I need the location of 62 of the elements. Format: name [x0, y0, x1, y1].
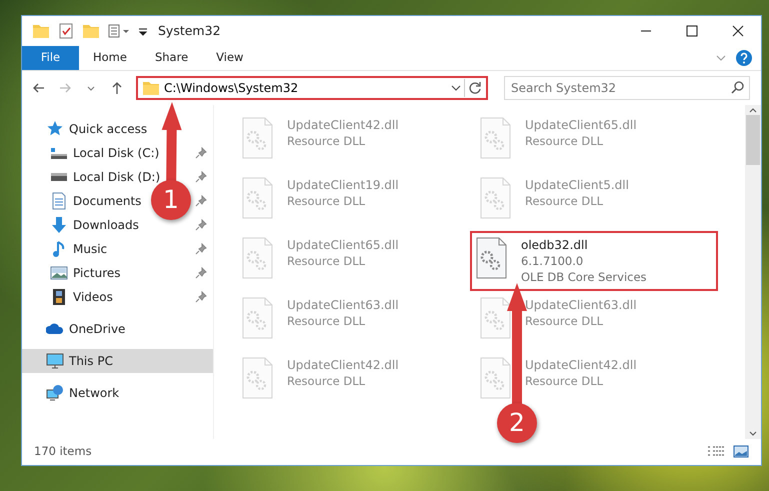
file-detail: OLE DB Core Services — [521, 269, 647, 285]
sidebar-item[interactable]: This PC — [46, 352, 113, 370]
sidebar-item[interactable]: Music — [50, 240, 108, 258]
file-name: UpdateClient5.dll — [525, 177, 629, 193]
file-name: UpdateClient42.dll — [287, 357, 399, 373]
dll-file-icon[interactable] — [476, 237, 507, 279]
item-count: 170 items — [34, 443, 92, 460]
sidebar-item[interactable]: Downloads — [50, 216, 139, 234]
checklist-icon[interactable] — [58, 22, 74, 40]
file-detail: Resource DLL — [525, 373, 604, 389]
file-name: UpdateClient65.dll — [287, 237, 399, 253]
file-tile[interactable]: oledb32.dll 6.1.7100.0 OLE DB Core Services — [470, 231, 718, 291]
pin-icon[interactable] — [195, 291, 207, 303]
address-bar[interactable]: C:\Windows\System32 — [136, 76, 488, 100]
ribbon-tab[interactable]: Home — [79, 46, 141, 70]
properties-icon[interactable] — [108, 22, 130, 40]
file-detail: Resource DLL — [525, 193, 604, 209]
network-icon — [46, 384, 64, 402]
sidebar-item[interactable]: Videos — [50, 288, 113, 306]
sidebar-item[interactable]: Pictures — [50, 264, 121, 282]
star-icon — [46, 120, 64, 138]
scroll-thumb[interactable] — [746, 115, 760, 165]
search-box[interactable]: Search System32 — [504, 76, 750, 100]
monitor-icon — [46, 352, 64, 370]
sidebar-item[interactable]: Network — [46, 384, 120, 402]
file-detail: Resource DLL — [525, 133, 604, 149]
pin-icon[interactable] — [195, 195, 207, 207]
file-detail: Resource DLL — [525, 313, 604, 329]
pin-icon[interactable] — [195, 219, 207, 231]
file-detail: Resource DLL — [287, 253, 366, 269]
pin-icon[interactable] — [195, 243, 207, 255]
file-name: UpdateClient19.dll — [287, 177, 399, 193]
file-name: UpdateClient63.dll — [287, 297, 399, 313]
sidebar-item[interactable]: Documents — [50, 192, 142, 210]
ribbon-tab[interactable]: Share — [140, 46, 202, 70]
ribbon-tab[interactable]: File — [22, 46, 79, 70]
file-name: UpdateClient63.dll — [525, 297, 637, 313]
file-detail: Resource DLL — [287, 193, 366, 209]
film-icon — [50, 288, 68, 306]
scrollbar[interactable] — [745, 105, 761, 439]
ribbon-tab[interactable]: View — [202, 46, 258, 70]
sidebar-item[interactable]: Quick access — [46, 120, 148, 138]
window-title: System32 — [158, 22, 221, 40]
file-detail: Resource DLL — [287, 313, 366, 329]
sidebar-item[interactable]: Local Disk (C:) — [50, 144, 160, 162]
folder-icon — [142, 79, 160, 97]
file-detail: 6.1.7100.0 — [521, 253, 584, 269]
sidebar-item[interactable]: OneDrive — [46, 320, 126, 338]
file-name: UpdateClient42.dll — [287, 117, 399, 133]
pin-icon[interactable] — [195, 171, 207, 183]
file-detail: Resource DLL — [287, 373, 366, 389]
pin-icon[interactable] — [195, 147, 207, 159]
file-name: UpdateClient42.dll — [525, 357, 637, 373]
picture-icon — [50, 264, 68, 282]
download-arrow-icon — [50, 216, 68, 234]
file-name: oledb32.dll — [521, 237, 589, 253]
file-detail: Resource DLL — [287, 133, 366, 149]
large-icons-view-icon[interactable] — [733, 445, 749, 459]
file-name: UpdateClient65.dll — [525, 117, 637, 133]
help-icon[interactable] — [735, 49, 753, 67]
pin-icon[interactable] — [195, 267, 207, 279]
document-icon — [50, 192, 68, 210]
